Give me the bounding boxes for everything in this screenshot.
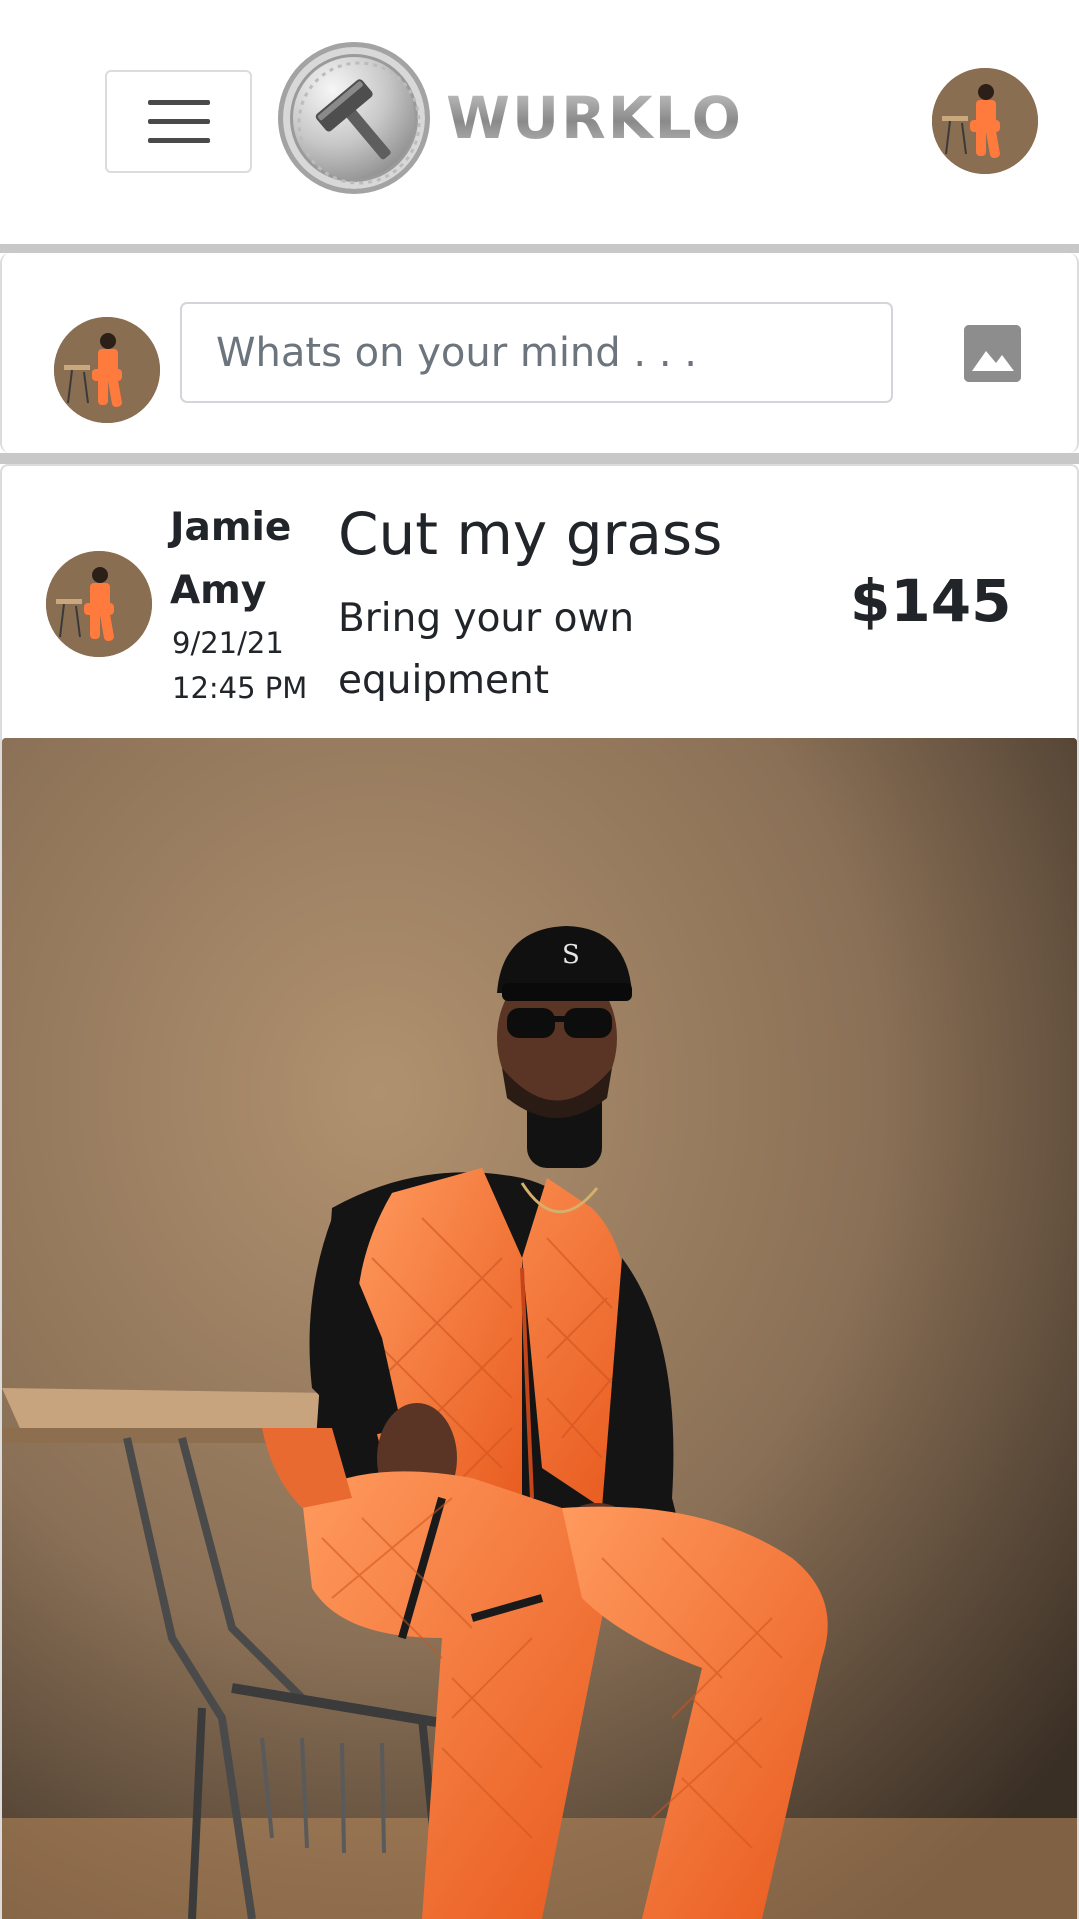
post-author-avatar[interactable] bbox=[46, 551, 152, 657]
brand-wordmark: WURKLO bbox=[446, 84, 743, 152]
post-time: 12:45 PM bbox=[172, 671, 308, 705]
post-photo[interactable]: S bbox=[2, 738, 1077, 1919]
image-upload-button[interactable] bbox=[964, 325, 1021, 382]
composer-divider bbox=[0, 453, 1079, 464]
post-date: 9/21/21 bbox=[172, 626, 284, 660]
menu-icon-bar bbox=[147, 119, 210, 124]
whats-on-your-mind-input[interactable] bbox=[180, 302, 893, 403]
post-description: Bring your own equipment bbox=[338, 596, 635, 703]
hamburger-menu-button[interactable] bbox=[105, 70, 252, 173]
brand-logo[interactable]: WURKLO bbox=[278, 42, 743, 194]
post-composer bbox=[0, 253, 1079, 453]
image-icon bbox=[964, 325, 1021, 382]
post-price: $145 bbox=[850, 567, 1012, 635]
app-header: WURKLO bbox=[0, 0, 1079, 244]
profile-avatar[interactable] bbox=[932, 68, 1038, 174]
post-title: Cut my grass bbox=[338, 500, 723, 568]
composer-avatar bbox=[54, 317, 160, 423]
menu-icon-bar bbox=[147, 138, 210, 143]
post-timestamp: 9/21/21 12:45 PM bbox=[172, 621, 307, 711]
hammer-coin-logo-icon bbox=[278, 42, 430, 194]
header-divider bbox=[0, 244, 1079, 253]
menu-icon-bar bbox=[147, 100, 210, 105]
svg-text:S: S bbox=[562, 940, 580, 970]
post-author-name[interactable]: Jamie Amy bbox=[170, 496, 310, 622]
